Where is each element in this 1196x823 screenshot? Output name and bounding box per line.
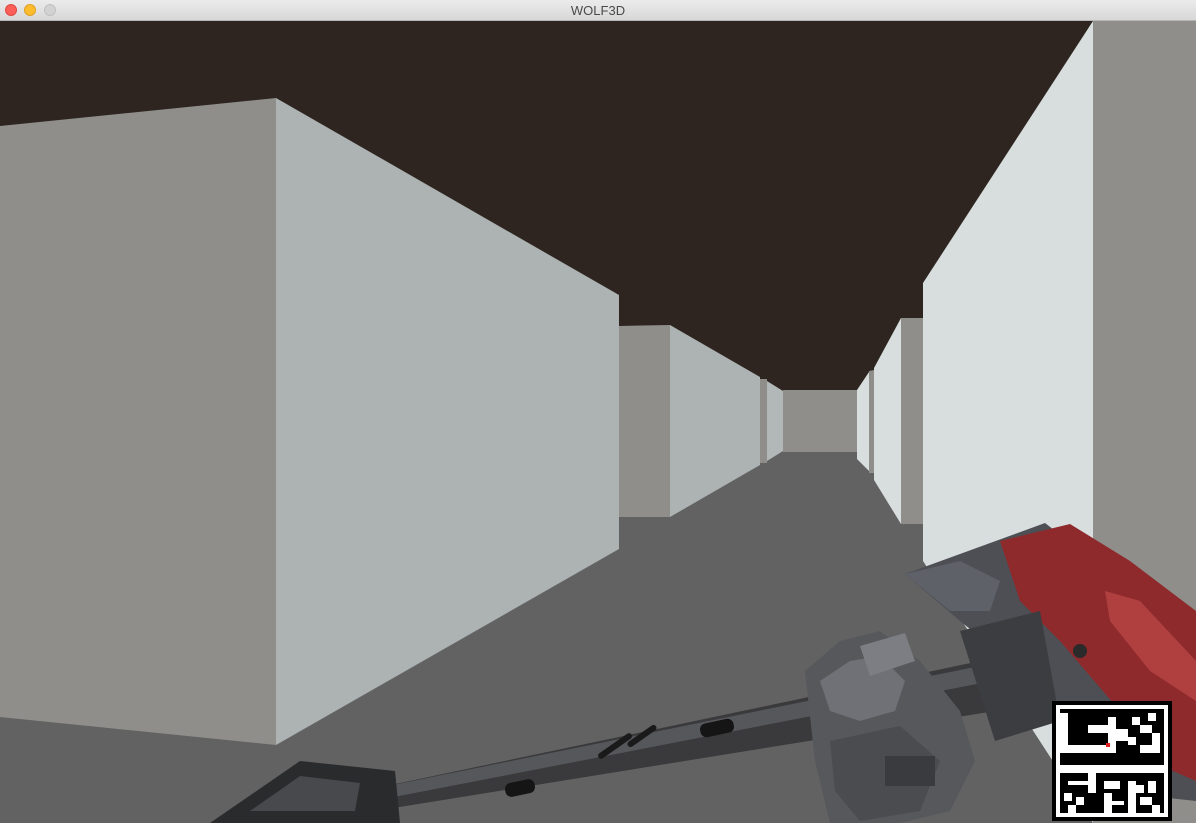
far-end-wall (783, 390, 857, 452)
window-title: WOLF3D (570, 3, 626, 18)
right-far-face (869, 370, 874, 473)
left-far-face (760, 379, 767, 463)
game-window: WOLF3D (0, 0, 1196, 823)
right-mid-face (901, 318, 923, 524)
raycast-scene (0, 21, 1196, 823)
minimap-player-marker (1106, 743, 1110, 747)
game-viewport[interactable] (0, 21, 1196, 823)
left-far-side (767, 381, 783, 461)
left-recess-face (619, 325, 670, 517)
left-wall-face (0, 98, 276, 745)
minimap (1052, 701, 1172, 821)
title-bar[interactable]: WOLF3D (0, 0, 1196, 21)
